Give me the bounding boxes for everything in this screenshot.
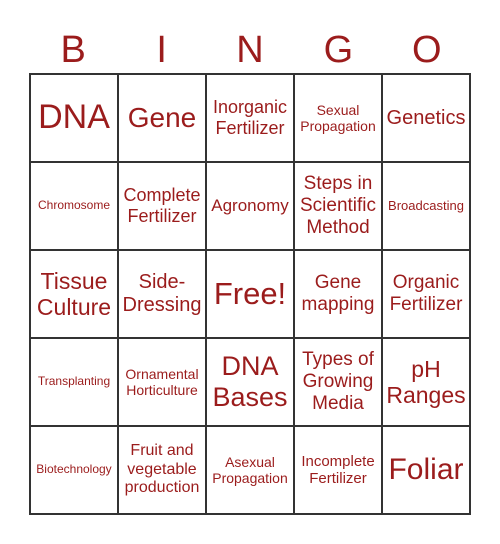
- header-letter: O: [412, 29, 442, 71]
- bingo-cell[interactable]: Foliar: [382, 426, 470, 514]
- bingo-cell[interactable]: Incomplete Fertilizer: [294, 426, 382, 514]
- bingo-cell[interactable]: Fruit and vegetable production: [118, 426, 206, 514]
- bingo-cell[interactable]: Transplanting: [30, 338, 118, 426]
- bingo-cell[interactable]: Gene mapping: [294, 250, 382, 338]
- bingo-cell[interactable]: Steps in Scientific Method: [294, 162, 382, 250]
- bingo-cell[interactable]: Agronomy: [206, 162, 294, 250]
- bingo-cell[interactable]: Chromosome: [30, 162, 118, 250]
- bingo-cell[interactable]: Tissue Culture: [30, 250, 118, 338]
- bingo-cell[interactable]: DNA Bases: [206, 338, 294, 426]
- bingo-cell[interactable]: Side-Dressing: [118, 250, 206, 338]
- bingo-cell[interactable]: DNA: [30, 74, 118, 162]
- bingo-cell[interactable]: Ornamental Horticulture: [118, 338, 206, 426]
- free-space-cell[interactable]: Free!: [206, 250, 294, 338]
- bingo-cell[interactable]: Biotechnology: [30, 426, 118, 514]
- bingo-cell[interactable]: Genetics: [382, 74, 470, 162]
- bingo-cell[interactable]: Sexual Propagation: [294, 74, 382, 162]
- header-letter: G: [323, 29, 354, 71]
- bingo-cell[interactable]: pH Ranges: [382, 338, 470, 426]
- bingo-cell[interactable]: Organic Fertilizer: [382, 250, 470, 338]
- header-letter: N: [236, 29, 264, 71]
- bingo-cell[interactable]: Inorganic Fertilizer: [206, 74, 294, 162]
- header-letter: I: [156, 29, 167, 71]
- bingo-cell[interactable]: Types of Growing Media: [294, 338, 382, 426]
- bingo-cell[interactable]: Complete Fertilizer: [118, 162, 206, 250]
- bingo-grid: DNA Gene Inorganic Fertilizer Sexual Propag…: [29, 73, 471, 515]
- bingo-cell[interactable]: Gene: [118, 74, 206, 162]
- bingo-cell[interactable]: Broadcasting: [382, 162, 470, 250]
- header-letter: B: [60, 29, 86, 71]
- bingo-header: BINGO: [29, 28, 471, 72]
- bingo-cell[interactable]: Asexual Propagation: [206, 426, 294, 514]
